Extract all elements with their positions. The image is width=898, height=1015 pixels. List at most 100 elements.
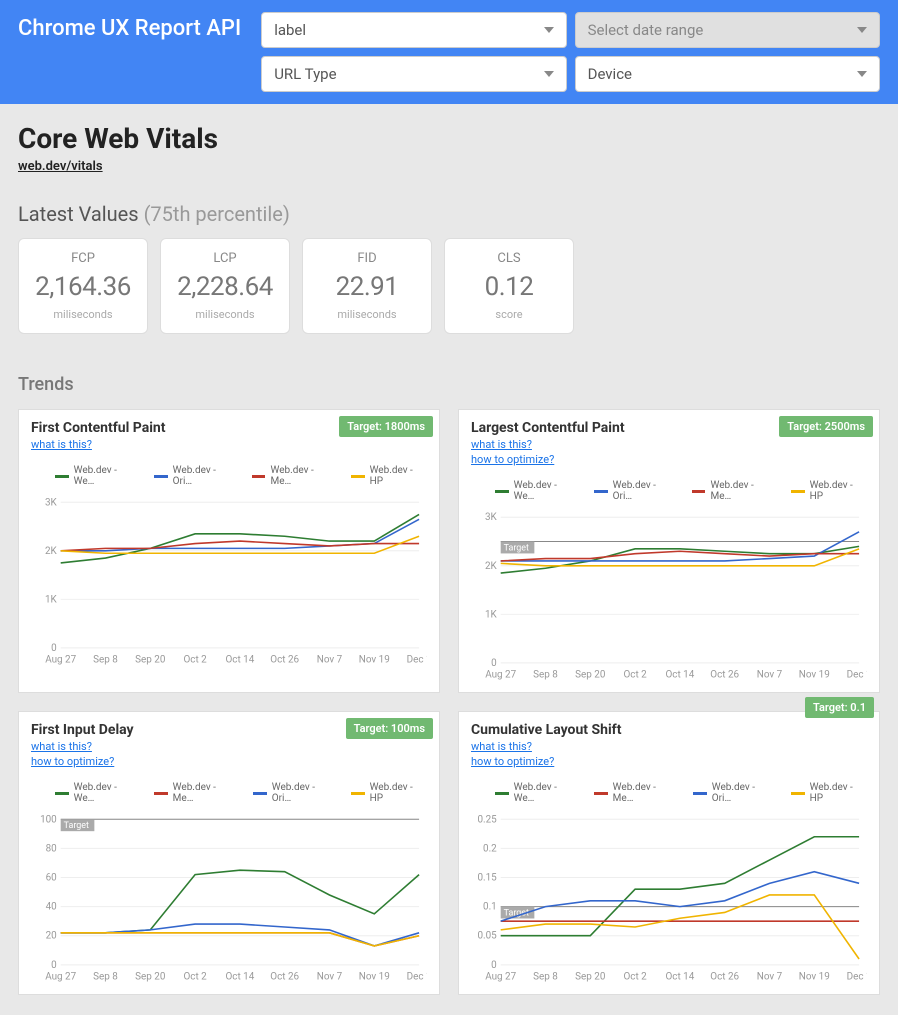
legend-label: Web.dev - We…: [74, 465, 138, 487]
svg-text:40: 40: [46, 902, 57, 913]
chart-links: what is this?: [31, 438, 427, 451]
svg-text:Oct 14: Oct 14: [226, 972, 255, 983]
legend-label: Web.dev - We…: [514, 782, 578, 804]
date-range-select[interactable]: Select date range: [575, 12, 880, 48]
how-to-optimize-link[interactable]: how to optimize?: [31, 755, 427, 768]
target-badge: Target: 2500ms: [779, 416, 873, 437]
main-content: Core Web Vitals web.dev/vitals Latest Va…: [0, 104, 898, 1013]
chart-links: what is this? how to optimize?: [31, 740, 427, 768]
device-select[interactable]: Device: [575, 56, 880, 92]
chart-series-line: [501, 895, 859, 959]
svg-text:Oct 14: Oct 14: [226, 655, 255, 666]
chart-svg: 01K2K3KAug 27Sep 8Sep 20Oct 2Oct 14Oct 2…: [31, 491, 427, 671]
svg-text:0.1: 0.1: [483, 902, 497, 913]
url-type-select[interactable]: URL Type: [261, 56, 566, 92]
svg-text:2K: 2K: [485, 561, 498, 572]
svg-text:Nov 7: Nov 7: [757, 972, 783, 983]
page-title: Core Web Vitals: [18, 122, 880, 155]
metric-value: 2,164.36: [27, 272, 139, 302]
svg-text:Target: Target: [64, 821, 89, 831]
chart-card-cls: Cumulative Layout Shift what is this? ho…: [458, 711, 880, 995]
svg-text:Oct 2: Oct 2: [183, 655, 207, 666]
how-to-optimize-link[interactable]: how to optimize?: [471, 755, 867, 768]
legend-label: Web.dev - Me…: [613, 782, 678, 804]
legend-label: Web.dev - HP: [370, 465, 427, 487]
legend-label: Web.dev - Ori…: [712, 782, 775, 804]
svg-text:Aug 27: Aug 27: [485, 670, 516, 681]
chart-legend: Web.dev - We… Web.dev - Me… Web.dev - Ori……: [471, 782, 867, 804]
label-select-text: label: [274, 21, 306, 39]
legend-swatch: [55, 475, 69, 478]
svg-text:Oct 26: Oct 26: [270, 655, 299, 666]
svg-text:Nov 19: Nov 19: [359, 972, 390, 983]
metric-cards-row: FCP 2,164.36 miliseconds LCP 2,228.64 mi…: [18, 238, 880, 334]
chart-series-line: [61, 933, 419, 946]
svg-text:Sep 20: Sep 20: [575, 972, 605, 983]
svg-text:0.2: 0.2: [483, 843, 497, 854]
svg-text:0: 0: [491, 960, 497, 971]
chart-card-lcp: Target: 2500ms Largest Contentful Paint …: [458, 409, 880, 693]
legend-swatch: [495, 490, 509, 493]
metric-card-lcp: LCP 2,228.64 miliseconds: [160, 238, 290, 334]
latest-values-heading: Latest Values (75th percentile): [18, 202, 880, 226]
metric-card-fcp: FCP 2,164.36 miliseconds: [18, 238, 148, 334]
legend-item: Web.dev - HP: [791, 480, 867, 502]
legend-label: Web.dev - We…: [514, 480, 578, 502]
svg-text:Sep 20: Sep 20: [135, 655, 165, 666]
svg-text:Nov 7: Nov 7: [757, 670, 783, 681]
app-title: Chrome UX Report API: [18, 12, 241, 41]
legend-swatch: [351, 475, 365, 478]
svg-text:0: 0: [51, 643, 57, 654]
svg-text:Sep 20: Sep 20: [135, 972, 165, 983]
metric-unit: score: [453, 308, 565, 321]
svg-text:0.05: 0.05: [477, 931, 497, 942]
svg-text:Oct 26: Oct 26: [270, 972, 299, 983]
chevron-down-icon: [544, 71, 554, 77]
svg-text:Target: Target: [504, 543, 529, 553]
chart-series-line: [501, 872, 859, 921]
svg-text:1K: 1K: [485, 609, 498, 620]
trends-heading: Trends: [18, 374, 880, 395]
target-badge: Target: 1800ms: [339, 416, 433, 437]
chevron-down-icon: [857, 27, 867, 33]
legend-swatch: [594, 792, 608, 795]
svg-text:3K: 3K: [485, 512, 498, 523]
legend-item: Web.dev - HP: [351, 782, 427, 804]
svg-text:Dec 1: Dec 1: [847, 670, 867, 681]
device-text: Device: [588, 65, 632, 83]
svg-text:Dec 1: Dec 1: [407, 972, 427, 983]
what-is-this-link[interactable]: what is this?: [31, 438, 427, 451]
legend-label: Web.dev - Ori…: [173, 465, 236, 487]
legend-label: Web.dev - HP: [810, 782, 867, 804]
chart-card-fid: Target: 100ms First Input Delay what is …: [18, 711, 440, 995]
chart-series-line: [501, 546, 859, 573]
svg-text:Aug 27: Aug 27: [45, 972, 76, 983]
svg-text:Oct 26: Oct 26: [710, 670, 739, 681]
svg-text:0: 0: [491, 658, 497, 669]
chevron-down-icon: [544, 27, 554, 33]
label-select[interactable]: label: [261, 12, 566, 48]
legend-label: Web.dev - HP: [810, 480, 867, 502]
svg-text:3K: 3K: [45, 497, 58, 508]
metric-label: FID: [311, 251, 423, 266]
svg-text:0.15: 0.15: [477, 872, 497, 883]
vitals-link[interactable]: web.dev/vitals: [18, 159, 103, 174]
legend-swatch: [791, 792, 805, 795]
svg-text:Oct 2: Oct 2: [623, 972, 647, 983]
metric-value: 0.12: [453, 272, 565, 302]
metric-value: 2,228.64: [169, 272, 281, 302]
legend-swatch: [351, 792, 365, 795]
what-is-this-link[interactable]: what is this?: [471, 438, 867, 451]
what-is-this-link[interactable]: what is this?: [471, 740, 867, 753]
chevron-down-icon: [857, 71, 867, 77]
legend-item: Web.dev - Me…: [594, 782, 677, 804]
chart-series-line: [61, 514, 419, 563]
how-to-optimize-link[interactable]: how to optimize?: [471, 453, 867, 466]
what-is-this-link[interactable]: what is this?: [31, 740, 427, 753]
legend-label: Web.dev - Ori…: [613, 480, 676, 502]
svg-text:Sep 8: Sep 8: [93, 972, 118, 983]
chart-body: 020406080100Aug 27Sep 8Sep 20Oct 2Oct 14…: [31, 808, 427, 988]
legend-swatch: [154, 475, 168, 478]
legend-item: Web.dev - Ori…: [253, 782, 335, 804]
legend-item: Web.dev - Ori…: [594, 480, 676, 502]
